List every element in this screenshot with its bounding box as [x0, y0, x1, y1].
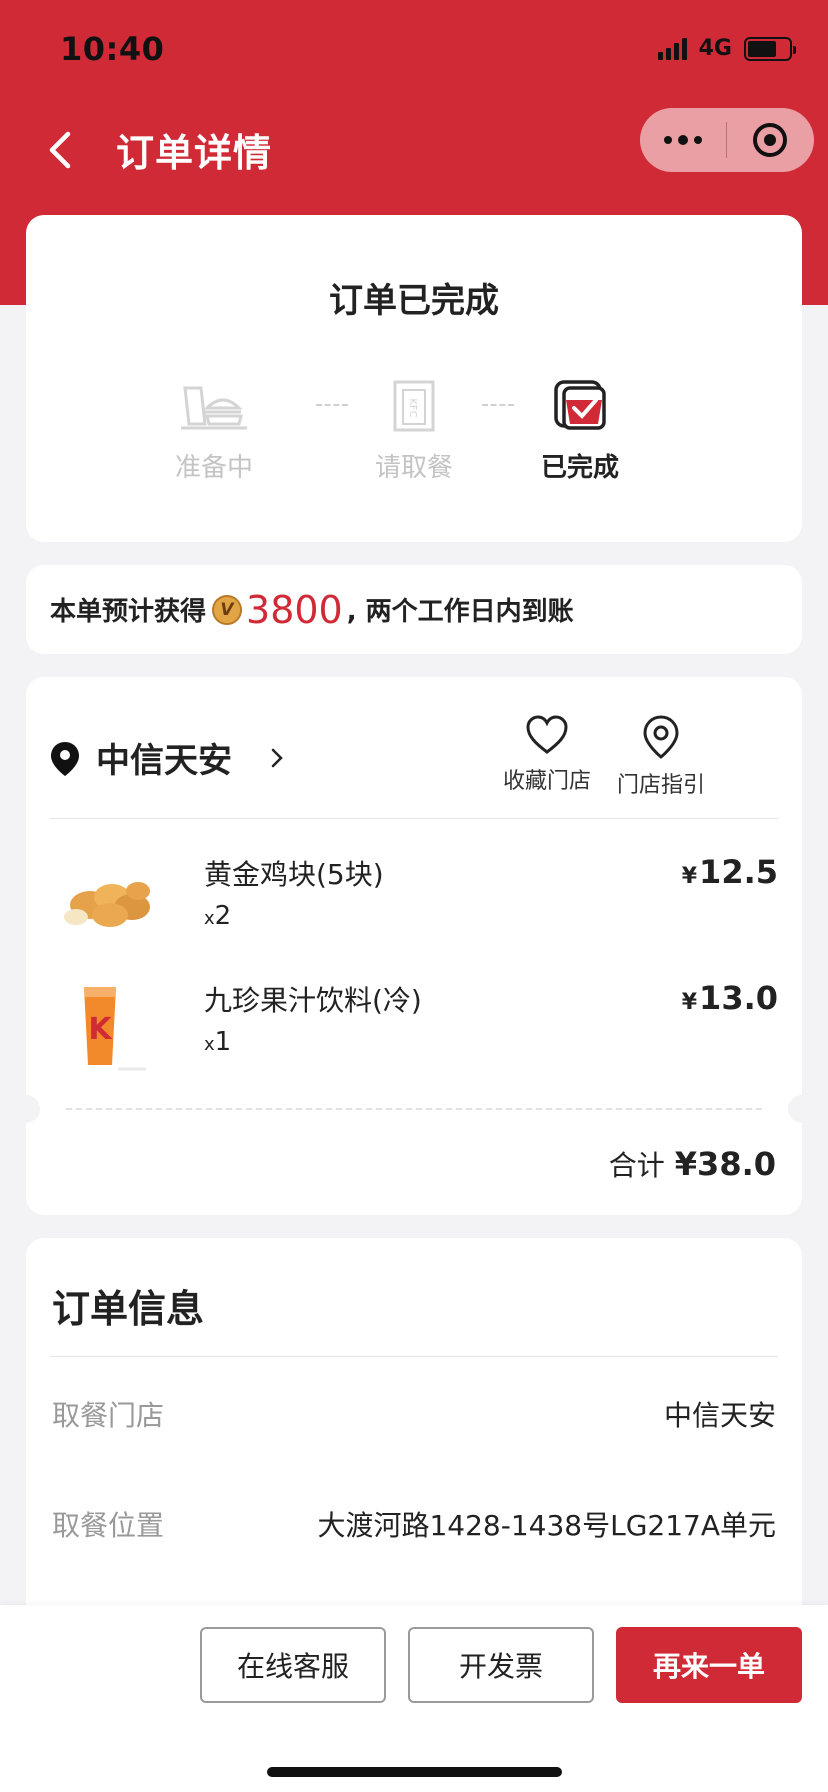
step-label: 准备中	[174, 453, 253, 483]
order-info-card: 订单信息 取餐门店 中信天安 取餐位置 大渡河路1428-1438号LG217A…	[26, 1238, 802, 1638]
step-connector	[482, 404, 514, 406]
item-name: 九珍果汁饮料(冷)	[204, 984, 422, 1017]
mini-program-capsule	[640, 108, 814, 172]
step-preparing: 准备中	[154, 375, 274, 484]
store-row: 中信天安 收藏门店 门店指引	[50, 711, 778, 821]
step-label: 请取餐	[374, 453, 453, 483]
favorite-store-button[interactable]: 收藏门店	[502, 715, 592, 795]
order-status-title: 订单已完成	[329, 281, 499, 321]
target-close-icon	[753, 123, 787, 157]
info-value: 中信天安	[663, 1399, 776, 1432]
info-key: 取餐门店	[52, 1399, 165, 1432]
heart-icon	[526, 715, 568, 754]
kfc-bag-icon: KFC	[393, 380, 435, 432]
close-button[interactable]	[727, 108, 813, 172]
ticket-notch-right	[788, 1095, 816, 1123]
page-title: 订单详情	[116, 131, 273, 175]
customer-service-button[interactable]: 在线客服	[200, 1627, 386, 1703]
order-items-card: 中信天安 收藏门店 门店指引 黄金鸡块(5块) x2 ¥12.5 K 九珍果汁饮…	[12, 677, 816, 1215]
chevron-right-icon	[271, 748, 283, 768]
reorder-button[interactable]: 再来一单	[616, 1627, 802, 1703]
item-name: 黄金鸡块(5块)	[204, 858, 384, 891]
chevron-left-icon	[49, 131, 71, 169]
step-connector	[316, 404, 348, 406]
item-price: ¥13.0	[681, 979, 778, 1017]
info-row-pickup-location: 取餐位置 大渡河路1428-1438号LG217A单元	[52, 1504, 776, 1544]
store-guide-label: 门店指引	[616, 773, 705, 798]
svg-text:K: K	[88, 1012, 113, 1047]
map-pin-icon	[643, 715, 679, 759]
total-label: 合计	[608, 1149, 665, 1182]
step-pickup: KFC 请取餐	[354, 375, 474, 484]
ticket-notch-left	[12, 1095, 40, 1123]
divider	[50, 1356, 778, 1357]
list-item: 黄金鸡块(5块) x2 ¥12.5	[50, 847, 778, 957]
status-bar: 10:40 4G	[0, 0, 828, 100]
favorite-store-label: 收藏门店	[502, 769, 591, 794]
points-card: 本单预计获得 V 3800 , 两个工作日内到账	[26, 565, 802, 654]
signal-icon	[657, 37, 687, 60]
points-suffix: , 两个工作日内到账	[346, 597, 574, 627]
info-key: 取餐位置	[52, 1509, 165, 1542]
status-time: 10:40	[60, 30, 165, 68]
order-status-card: 订单已完成 准备中 KFC 请取餐 已完成	[26, 215, 802, 542]
step-label: 已完成	[540, 453, 619, 483]
store-guide-button[interactable]: 门店指引	[616, 715, 706, 799]
more-button[interactable]	[640, 108, 726, 172]
bottom-action-bar: 在线客服 开发票 再来一单	[0, 1605, 828, 1792]
item-qty: x2	[204, 901, 232, 931]
divider	[50, 818, 778, 819]
meal-tray-icon	[181, 386, 247, 430]
home-indicator	[267, 1767, 562, 1777]
step-completed: 已完成	[520, 375, 640, 484]
juice-cup-image: K	[84, 987, 146, 1071]
points-info: 本单预计获得 V 3800 , 两个工作日内到账	[50, 565, 574, 654]
invoice-button[interactable]: 开发票	[408, 1627, 594, 1703]
order-info-title: 订单信息	[52, 1287, 205, 1331]
v-coin-icon: V	[212, 594, 243, 625]
list-item: K 九珍果汁饮料(冷) x1 ¥13.0	[50, 973, 778, 1083]
ticket-tear-line	[66, 1108, 762, 1110]
points-amount: 3800	[246, 587, 343, 632]
store-name-link[interactable]: 中信天安	[96, 733, 232, 782]
network-type: 4G	[698, 36, 732, 61]
svg-text:KFC: KFC	[407, 398, 418, 417]
status-indicators: 4G	[657, 36, 796, 61]
chicken-nuggets-image	[64, 882, 150, 927]
completed-check-icon	[554, 380, 606, 430]
total-value: ¥38.0	[674, 1145, 776, 1183]
nav-bar: 订单详情	[0, 100, 828, 200]
info-row-pickup-store: 取餐门店 中信天安	[52, 1394, 776, 1434]
points-prefix: 本单预计获得	[50, 597, 207, 627]
item-qty: x1	[204, 1027, 232, 1057]
order-total: 合计 ¥38.0	[609, 1144, 776, 1184]
info-value: 大渡河路1428-1438号LG217A单元	[317, 1509, 776, 1542]
item-price: ¥12.5	[681, 853, 778, 891]
battery-icon	[744, 36, 796, 61]
location-pin-icon	[51, 742, 79, 776]
back-button[interactable]	[40, 126, 80, 174]
